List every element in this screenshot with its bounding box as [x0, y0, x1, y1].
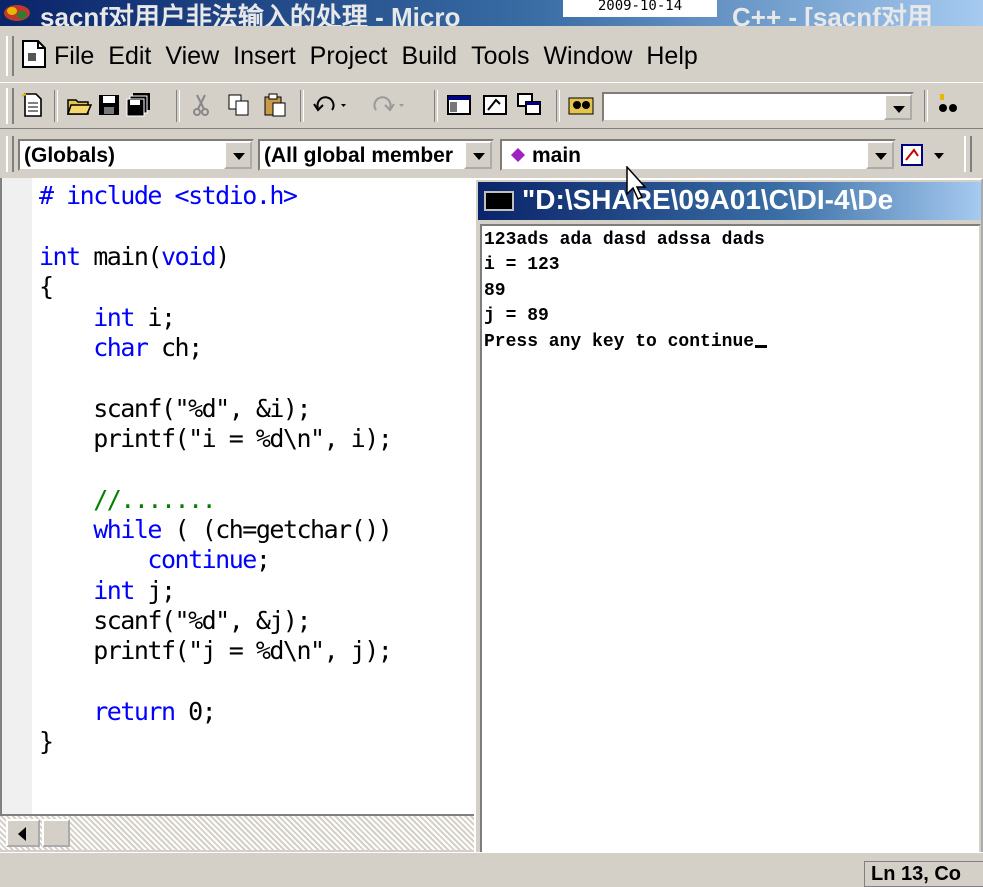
toolbar-separator — [924, 90, 928, 122]
undo-icon[interactable] — [312, 92, 352, 118]
filter-combo-dropdown-button[interactable] — [464, 141, 492, 169]
toolbar-separator — [300, 90, 304, 122]
filter-combo[interactable]: (All global member — [258, 139, 494, 171]
toolbar-separator — [556, 90, 560, 122]
scroll-left-button[interactable] — [6, 819, 40, 847]
console-line: 123ads ada dasd adssa dads — [484, 230, 765, 250]
wizardbar-end-grip — [964, 136, 972, 172]
menu-view[interactable]: View — [165, 42, 219, 71]
code-comment-line: //....... — [39, 485, 216, 514]
workspace-icon[interactable] — [446, 92, 472, 118]
class-combo-dropdown-button[interactable] — [224, 141, 252, 169]
standard-toolbar — [0, 84, 983, 129]
open-folder-icon[interactable] — [66, 92, 92, 118]
cursor-position-pane: Ln 13, Co — [864, 861, 983, 887]
menu-help[interactable]: Help — [646, 42, 697, 71]
console-line: i = 123 — [484, 255, 560, 275]
scroll-thumb[interactable] — [42, 819, 70, 847]
save-all-icon[interactable] — [126, 92, 152, 118]
save-icon[interactable] — [96, 92, 122, 118]
function-combo-value: main — [532, 144, 582, 167]
function-diamond-icon — [511, 148, 525, 162]
editor-horizontal-scrollbar[interactable] — [0, 814, 475, 850]
console-window[interactable]: "D:\SHARE\09A01\C\DI-4\De 123ads ada das… — [474, 178, 983, 868]
code-line: return 0; — [93, 697, 216, 726]
wizard-bar: (Globals) (All global member main — [0, 132, 983, 176]
menu-tools[interactable]: Tools — [471, 42, 529, 71]
date-overlay: 2009-10-14 — [563, 0, 717, 17]
code-line: int j; — [93, 576, 176, 605]
code-line: char ch; — [93, 333, 203, 362]
console-line: j = 89 — [484, 306, 549, 326]
class-combo[interactable]: (Globals) — [18, 139, 254, 171]
console-icon — [484, 191, 514, 211]
code-line: int main(void) — [39, 242, 230, 271]
code-line: # include <stdio.h> — [39, 181, 298, 210]
menu-items: File Edit View Insert Project Build Tool… — [54, 42, 712, 71]
code-line: { — [39, 272, 54, 301]
find-icon[interactable] — [934, 92, 960, 118]
new-document-icon[interactable] — [20, 39, 48, 69]
console-line: Press any key to continue — [484, 332, 768, 352]
toolbar-separator — [434, 90, 438, 122]
menu-build[interactable]: Build — [401, 42, 457, 71]
menu-project[interactable]: Project — [310, 42, 388, 71]
console-prompt-text: Press any key to continue — [484, 332, 755, 352]
menu-file[interactable]: File — [54, 42, 94, 71]
console-line: 89 — [484, 281, 506, 301]
toolbar-grip[interactable] — [6, 88, 14, 124]
code-line: scanf("%d", &j); — [39, 606, 311, 635]
menu-insert[interactable]: Insert — [233, 42, 296, 71]
wizardbar-grip[interactable] — [6, 136, 14, 172]
code-line: scanf("%d", &i); — [39, 394, 311, 423]
window-title: sacnf对用户非法输入的处理 - Micro — [40, 2, 461, 26]
class-combo-value: (Globals) — [24, 144, 116, 167]
app-icon — [4, 5, 30, 21]
console-title: "D:\SHARE\09A01\C\DI-4\De — [522, 184, 894, 215]
console-cursor — [755, 345, 768, 348]
menu-window[interactable]: Window — [543, 42, 632, 71]
code-line: printf("i = %d\n", i); — [39, 424, 393, 453]
wizard-action-icon[interactable] — [900, 142, 952, 170]
mouse-pointer-icon — [626, 166, 647, 201]
function-combo-dropdown-button[interactable] — [866, 141, 894, 169]
menu-edit[interactable]: Edit — [108, 42, 151, 71]
toolbar-separator — [176, 90, 180, 122]
status-bar: Ln 13, Co — [0, 852, 983, 887]
redo-icon[interactable] — [370, 92, 410, 118]
console-titlebar[interactable]: "D:\SHARE\09A01\C\DI-4\De — [478, 182, 981, 220]
toolbar-separator — [54, 90, 58, 122]
cursor-position: Ln 13, Co — [871, 863, 962, 885]
find-in-files-icon[interactable] — [568, 92, 594, 118]
function-combo[interactable]: main — [500, 139, 896, 171]
new-text-file-icon[interactable] — [20, 92, 46, 118]
find-combo-dropdown-button[interactable] — [884, 94, 912, 120]
code-editor[interactable]: # include <stdio.h> int main(void) { int… — [0, 178, 475, 814]
window-title-suffix: C++ - [sacnf对用 — [732, 2, 933, 26]
editor-margin — [2, 178, 32, 814]
code-line: continue; — [147, 545, 270, 574]
find-combo[interactable] — [602, 92, 914, 122]
menubar-grip[interactable] — [6, 36, 14, 76]
paste-icon[interactable] — [262, 92, 288, 118]
output-icon[interactable] — [482, 92, 508, 118]
cut-icon[interactable] — [188, 92, 214, 118]
menu-bar: File Edit View Insert Project Build Tool… — [0, 32, 983, 83]
code-line: while ( (ch=getchar()) — [93, 515, 393, 544]
filter-combo-value: (All global member — [264, 144, 454, 167]
code-line: } — [39, 727, 54, 756]
window-list-icon[interactable] — [516, 92, 542, 118]
code-line: printf("j = %d\n", j); — [39, 636, 393, 665]
console-output[interactable]: 123ads ada dasd adssa dads i = 123 89 j … — [480, 224, 981, 862]
window-titlebar[interactable]: sacnf对用户非法输入的处理 - Micro 2009-10-14 C++ -… — [0, 0, 983, 26]
copy-icon[interactable] — [226, 92, 252, 118]
code-line: int i; — [93, 303, 176, 332]
